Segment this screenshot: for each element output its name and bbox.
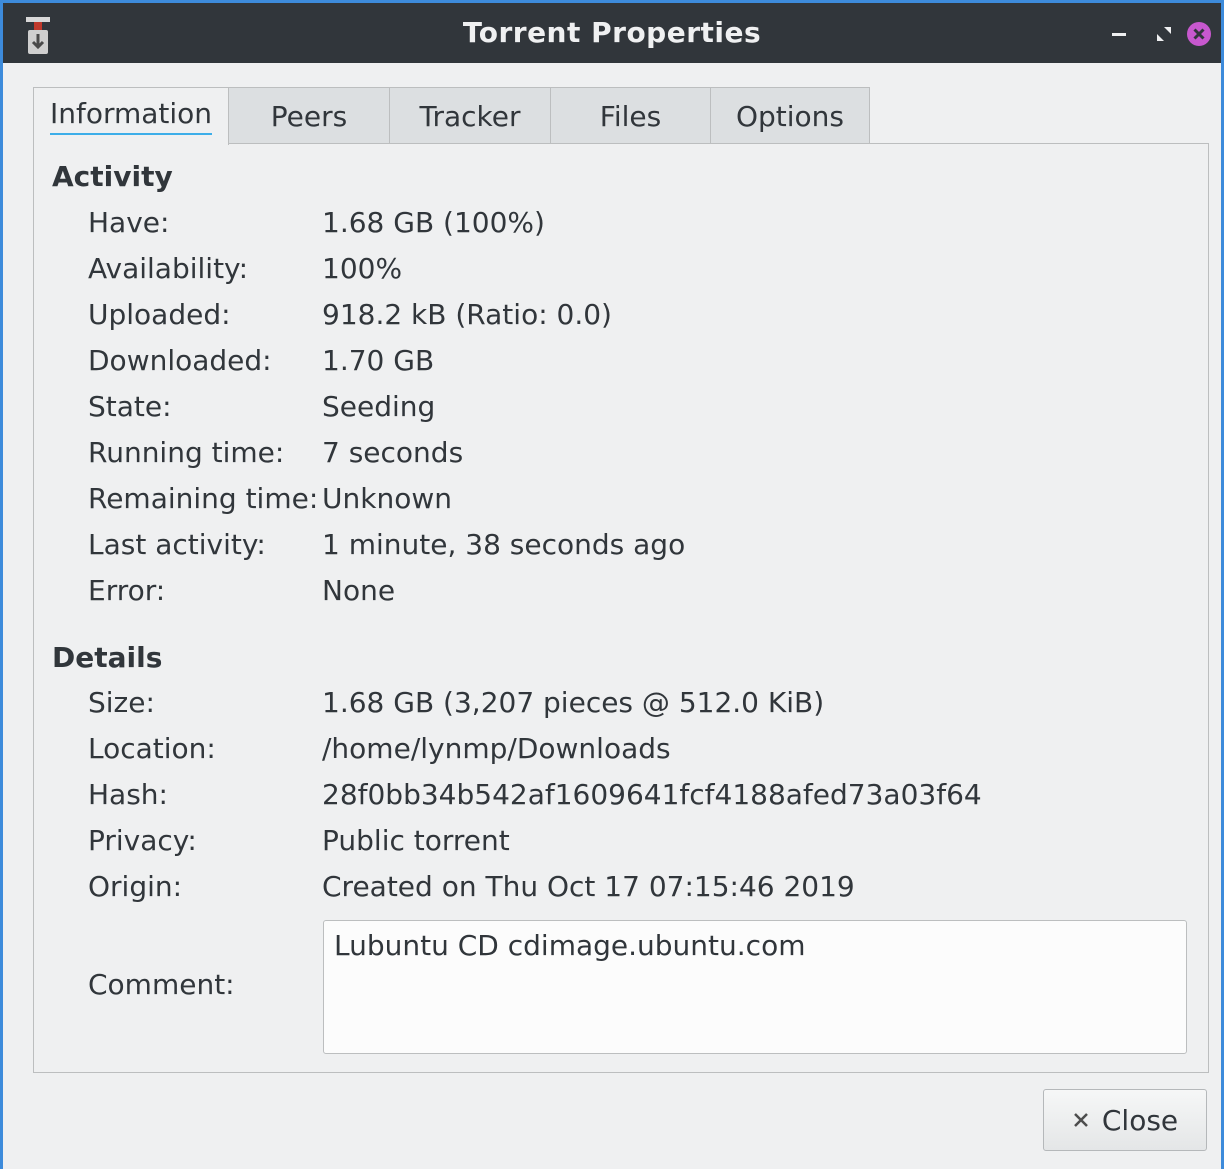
size-label: Size:	[88, 686, 155, 719]
tab-information[interactable]: Information	[33, 87, 229, 145]
tab-files[interactable]: Files	[550, 87, 711, 144]
last-activity-value: 1 minute, 38 seconds ago	[322, 528, 686, 561]
uploaded-value: 918.2 kB (Ratio: 0.0)	[322, 298, 612, 331]
privacy-label: Privacy:	[88, 824, 197, 857]
close-button-label: Close	[1101, 1103, 1179, 1137]
origin-value: Created on Thu Oct 17 07:15:46 2019	[322, 870, 855, 903]
hash-value: 28f0bb34b542af1609641fcf4188afed73a03f64	[322, 778, 982, 811]
state-value: Seeding	[322, 390, 436, 423]
uploaded-label: Uploaded:	[88, 298, 231, 331]
running-time-label: Running time:	[88, 436, 285, 469]
close-button[interactable]: Close	[1043, 1089, 1207, 1151]
tab-label: Options	[735, 99, 845, 133]
location-value: /home/lynmp/Downloads	[322, 732, 671, 765]
tab-options[interactable]: Options	[710, 87, 870, 144]
error-label: Error:	[88, 574, 166, 607]
availability-label: Availability:	[88, 252, 249, 285]
error-value: None	[322, 574, 396, 607]
title-bar[interactable]: Torrent Properties	[3, 3, 1221, 63]
availability-value: 100%	[322, 252, 403, 285]
comment-text: Lubuntu CD cdimage.ubuntu.com	[334, 929, 806, 962]
state-label: State:	[88, 390, 172, 423]
tab-tracker[interactable]: Tracker	[389, 87, 551, 144]
tab-label: Peers	[270, 99, 348, 133]
comment-textbox[interactable]: Lubuntu CD cdimage.ubuntu.com	[323, 920, 1187, 1054]
activity-heading: Activity	[52, 160, 173, 193]
downloaded-value: 1.70 GB	[322, 344, 435, 377]
tab-label: Tracker	[419, 99, 521, 133]
comment-label: Comment:	[88, 968, 235, 1001]
torrent-properties-window: Torrent Properties Information Peers Tra…	[0, 0, 1224, 1169]
window-title: Torrent Properties	[462, 16, 762, 49]
minimize-icon[interactable]	[1108, 21, 1134, 47]
last-activity-label: Last activity:	[88, 528, 266, 561]
remaining-time-label: Remaining time:	[88, 482, 319, 515]
origin-label: Origin:	[88, 870, 183, 903]
have-value: 1.68 GB (100%)	[322, 206, 545, 239]
location-label: Location:	[88, 732, 216, 765]
close-x-icon	[1073, 1113, 1088, 1127]
maximize-icon[interactable]	[1151, 21, 1177, 47]
size-value: 1.68 GB (3,207 pieces @ 512.0 KiB)	[322, 686, 825, 719]
have-label: Have:	[88, 206, 170, 239]
information-panel: Activity Have: 1.68 GB (100%) Availabili…	[33, 143, 1209, 1073]
window-close-icon[interactable]	[1186, 21, 1212, 47]
privacy-value: Public torrent	[322, 824, 510, 857]
hash-label: Hash:	[88, 778, 168, 811]
tab-label: Files	[599, 99, 662, 133]
details-heading: Details	[52, 641, 163, 674]
downloaded-label: Downloaded:	[88, 344, 272, 377]
running-time-value: 7 seconds	[322, 436, 464, 469]
tab-peers[interactable]: Peers	[228, 87, 390, 144]
tab-label: Information	[49, 98, 213, 135]
remaining-time-value: Unknown	[322, 482, 452, 515]
